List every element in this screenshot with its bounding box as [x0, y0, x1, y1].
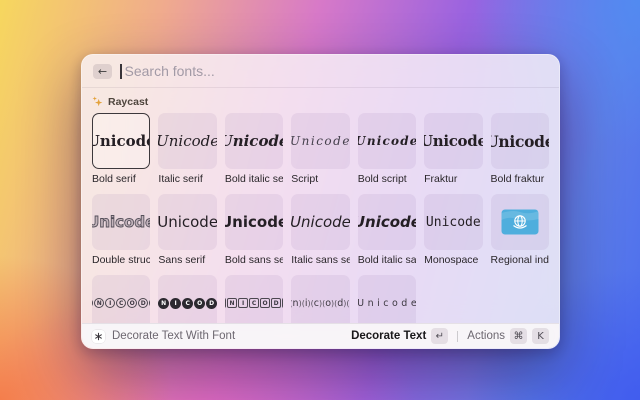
font-preview: Unicode [93, 132, 149, 150]
font-tile-bold-sans-serif[interactable]: Unicode [224, 194, 284, 250]
footer-app-label: Decorate Text With Font [112, 330, 236, 342]
font-cell: Unicode Double struck [92, 194, 151, 266]
font-preview: Unicode [291, 213, 350, 231]
font-tile-bold-italic-san[interactable]: Unicode [357, 194, 417, 250]
font-preview: Unicode [358, 213, 416, 231]
font-cell: Unicode Fraktur [424, 113, 483, 185]
font-preview: U(n)(i)(c)(o)(d)(e) [291, 297, 350, 309]
font-label: Bold italic serif [224, 173, 284, 185]
search-bar: ← [82, 55, 559, 88]
back-button[interactable]: ← [93, 63, 112, 79]
font-cell: Unicode Bold sans serif [224, 194, 284, 266]
font-label: Bold script [357, 173, 407, 185]
primary-action-button[interactable]: Decorate Text ↵ [351, 328, 449, 344]
font-cell: Unicode Script [291, 113, 350, 185]
font-cell: Unicode Sans serif [158, 194, 217, 266]
font-preview: Unicode [158, 213, 217, 231]
font-cell: Unicode Bold serif [92, 113, 151, 185]
primary-action-label: Decorate Text [351, 330, 427, 342]
font-label: Bold sans serif [224, 254, 283, 266]
font-preview: Unicode [225, 132, 283, 150]
font-tile-double-struck[interactable]: Unicode [92, 194, 151, 250]
font-preview: UNICODE [158, 297, 217, 309]
raycast-sparkle-icon [92, 96, 103, 107]
font-cell: Unicode Bold italic serif [224, 113, 284, 185]
font-label: Bold fraktur [490, 173, 545, 185]
font-grid: UnicodeBold serifUnicodeItalic serifUnic… [82, 108, 559, 331]
font-label: Regional indic... [490, 254, 549, 266]
results-list: Raycast Unicode Bold serif Unicode Italic s… [82, 87, 559, 348]
font-cell: Unicode Italic sans serif [291, 194, 350, 266]
font-label: Fraktur [424, 173, 458, 185]
cmd-key-badge: ⌘ [510, 328, 527, 344]
font-cell: Unicode Bold script [357, 113, 417, 185]
font-preview: Unicode [491, 131, 549, 151]
footer-divider [457, 330, 459, 342]
font-tile-italic-serif[interactable]: Unicode [158, 113, 217, 169]
font-tile-regional-indic[interactable] [490, 194, 549, 250]
actions-menu-button[interactable]: Actions ⌘ K [467, 328, 549, 344]
footer-bar: Decorate Text With Font Decorate Text ↵ … [82, 323, 559, 348]
font-label: Bold italic san... [357, 254, 417, 266]
font-label: Italic serif [158, 173, 203, 185]
k-key-badge: K [532, 328, 549, 344]
font-preview: UNICODE [224, 298, 284, 308]
font-tile-bold-script[interactable]: Unicode [357, 113, 417, 169]
font-preview: Unicode [357, 134, 417, 148]
search-input[interactable] [124, 63, 548, 79]
font-label: Double struck [92, 254, 151, 266]
font-tile-italic-sans-serif[interactable]: Unicode [291, 194, 350, 250]
font-label: Script [291, 173, 319, 185]
back-arrow-icon: ← [97, 64, 108, 78]
font-label: Monospace [424, 254, 479, 266]
font-tile-script[interactable]: Unicode [291, 113, 350, 169]
font-label: Bold serif [92, 173, 136, 185]
font-tile-bold-italic-serif[interactable]: Unicode [224, 113, 284, 169]
desktop-background: ← Raycast Unicode Bold serif Unicode Italic… [0, 0, 640, 400]
section-header: Raycast [92, 95, 549, 108]
font-tile-sans-serif[interactable]: Unicode [158, 194, 217, 250]
actions-label: Actions [467, 330, 505, 342]
font-tile-fraktur[interactable]: Unicode [424, 113, 483, 169]
font-cell: Unicode Monospace [424, 194, 483, 266]
asterisk-icon [95, 332, 102, 340]
font-cell: Unicode Bold fraktur [490, 113, 549, 185]
font-preview: UNICODE [92, 298, 151, 308]
font-cell: Regional indic... [490, 194, 549, 266]
font-label: Sans serif [158, 254, 206, 266]
extension-app-icon [92, 329, 105, 343]
footer-actions: Decorate Text ↵ Actions ⌘ K [351, 328, 549, 344]
font-preview: Unicode [424, 132, 482, 150]
font-grid-row: UnicodeBold serifUnicodeItalic serifUnic… [92, 113, 549, 185]
font-preview: Unicode [425, 214, 481, 230]
section-title: Raycast [108, 95, 149, 108]
return-key-badge: ↵ [431, 328, 449, 344]
font-preview: Unicode [158, 132, 217, 150]
font-cell: Unicode Bold italic san... [357, 194, 417, 266]
font-preview: Unicode [92, 213, 150, 232]
font-grid-row: UnicodeDouble struckUnicodeSans serifUni… [92, 194, 549, 266]
font-cell: Unicode Italic serif [158, 113, 217, 185]
un-flag-icon [501, 209, 539, 235]
font-preview: Unicode [357, 297, 417, 309]
raycast-window: ← Raycast Unicode Bold serif Unicode Italic… [81, 54, 560, 349]
font-tile-bold-fraktur[interactable]: Unicode [490, 113, 549, 169]
font-preview: Unicode [225, 213, 283, 231]
font-preview [501, 209, 539, 235]
text-caret [120, 63, 122, 79]
font-label: Italic sans serif [291, 254, 349, 266]
font-tile-monospace[interactable]: Unicode [424, 194, 483, 250]
font-tile-bold-serif[interactable]: Unicode [92, 113, 151, 169]
font-preview: Unicode [291, 134, 350, 148]
footer-app: Decorate Text With Font [92, 329, 236, 343]
